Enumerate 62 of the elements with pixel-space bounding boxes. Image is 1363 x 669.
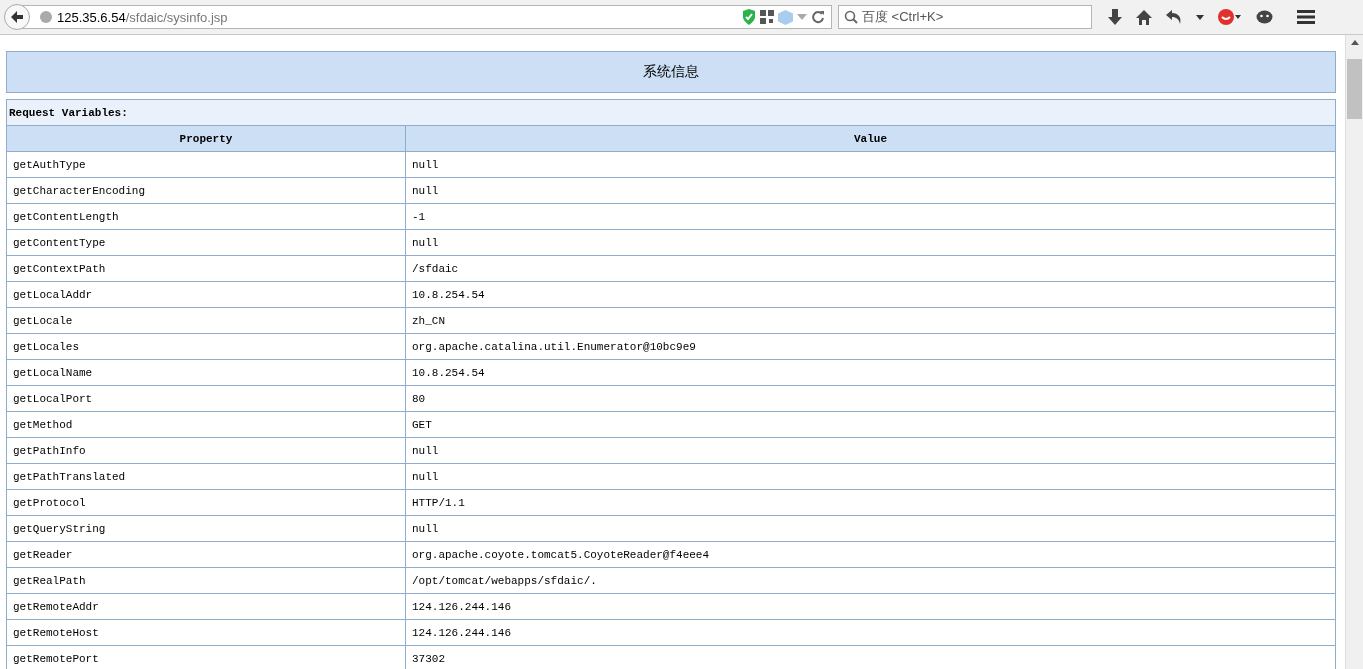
scrollbar-thumb[interactable] [1347,59,1362,119]
table-cell: getRealPath [6,567,406,594]
table-cell: getContentType [6,229,406,256]
address-bar[interactable]: 125.35.6.54/sfdaic/sysinfo.jsp [22,5,832,29]
caret-icon[interactable] [1196,14,1204,20]
table-cell: getLocale [6,307,406,334]
url-text: 125.35.6.54/sfdaic/sysinfo.jsp [57,9,229,25]
table-cell: 10.8.254.54 [405,281,1336,308]
smiley-badge-icon[interactable] [1218,9,1242,25]
table-cell: null [405,151,1336,178]
table-cell: getMethod [6,411,406,438]
table-cell: getAuthType [6,151,406,178]
chat-icon[interactable] [1256,9,1273,25]
table-cell: getRemotePort [6,645,406,669]
table-cell: null [405,229,1336,256]
table-cell: getLocales [6,333,406,360]
table-cell: null [405,177,1336,204]
table-cell: HTTP/1.1 [405,489,1336,516]
undo-arrow-icon[interactable] [1166,10,1182,24]
page-title: 系统信息 [6,51,1336,93]
table-cell: getContentLength [6,203,406,230]
scrollbar[interactable] [1345,35,1363,669]
table-cell: getPathInfo [6,437,406,464]
table-cell: -1 [405,203,1336,230]
table-cell: getPathTranslated [6,463,406,490]
table-cell: getLocalAddr [6,281,406,308]
table-cell: getReader [6,541,406,568]
reload-icon[interactable] [811,10,825,24]
table-cell: 80 [405,385,1336,412]
table-cell: org.apache.coyote.tomcat5.CoyoteReader@f4eee4 [405,541,1336,568]
table-cell: zh_CN [405,307,1336,334]
table-cell: /opt/tomcat/webapps/sfdaic/. [405,567,1336,594]
table-cell: getLocalPort [6,385,406,412]
table-cell: getQueryString [6,515,406,542]
menu-icon[interactable] [1297,10,1315,24]
table-cell: 124.126.244.146 [405,593,1336,620]
back-arrow-icon [10,10,24,24]
column-header: Property [6,125,406,152]
search-field[interactable]: 百度 <Ctrl+K> [838,5,1092,29]
table-cell: 10.8.254.54 [405,359,1336,386]
search-placeholder: 百度 <Ctrl+K> [862,8,944,26]
table-cell: getLocalName [6,359,406,386]
table-cell: null [405,463,1336,490]
column-header: Value [405,125,1336,152]
table-cell: GET [405,411,1336,438]
scroll-up-icon[interactable] [1350,40,1359,45]
table-cell: null [405,437,1336,464]
table-cell: getContextPath [6,255,406,282]
table-cell: getRemoteAddr [6,593,406,620]
table-cell: org.apache.catalina.util.Enumerator@10bc9e9 [405,333,1336,360]
qr-code-icon[interactable] [760,10,774,24]
home-icon[interactable] [1136,9,1152,25]
section-title: Request Variables: [6,99,1336,126]
table-cell: getProtocol [6,489,406,516]
table-cell: null [405,515,1336,542]
download-icon[interactable] [1108,9,1122,25]
search-icon [844,10,858,24]
table-cell: 124.126.244.146 [405,619,1336,646]
back-button[interactable] [4,4,30,30]
table-cell: getCharacterEncoding [6,177,406,204]
table-cell: getRemoteHost [6,619,406,646]
table-cell: /sfdaic [405,255,1336,282]
